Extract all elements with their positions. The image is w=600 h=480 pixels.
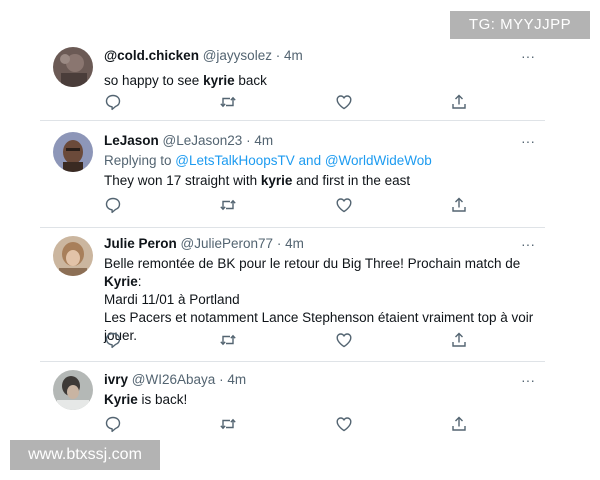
text-highlight: Kyrie (104, 274, 138, 289)
retweet-icon[interactable] (219, 93, 237, 111)
retweet-icon[interactable] (219, 196, 237, 214)
text-segment: is back! (137, 392, 188, 407)
text-segment: back (234, 73, 267, 88)
avatar[interactable] (53, 236, 93, 276)
tweet-actions (104, 331, 474, 349)
display-name[interactable]: Julie Peron (104, 236, 177, 251)
text-segment: Mardi 11/01 à Portland (104, 292, 240, 307)
tweet[interactable]: Julie Peron @JuliePeron77 · 4m Belle rem… (0, 227, 600, 361)
tweet-actions (104, 196, 474, 214)
like-icon[interactable] (335, 93, 353, 111)
tweet[interactable]: LeJason @LeJason23 · 4m Replying to @Let… (0, 120, 600, 227)
tweet-header: ivry @WI26Abaya · 4m (104, 371, 544, 389)
tweet-content: @cold.chicken @jayysolez · 4m so happy t… (104, 47, 544, 90)
tweet-header: Julie Peron @JuliePeron77 · 4m (104, 235, 544, 253)
display-name[interactable]: LeJason (104, 133, 159, 148)
replying-to-label: Replying to (104, 153, 176, 168)
text-highlight: kyrie (260, 173, 293, 188)
like-icon[interactable] (335, 196, 353, 214)
text-segment: They won 17 straight with (104, 173, 261, 188)
timestamp[interactable]: 4m (254, 133, 273, 148)
share-icon[interactable] (450, 196, 468, 214)
display-name[interactable]: @cold.chicken (104, 48, 199, 63)
timestamp[interactable]: 4m (284, 48, 303, 63)
timestamp[interactable]: 4m (285, 236, 304, 251)
tweet-header: @cold.chicken @jayysolez · 4m (104, 47, 544, 65)
share-icon[interactable] (450, 93, 468, 111)
handle[interactable]: @LeJason23 (163, 133, 243, 148)
reply-targets-link[interactable]: @LetsTalkHoopsTV and @WorldWideWob (175, 153, 432, 168)
watermark-tg: TG: MYYJJPP (450, 11, 590, 39)
replying-to: Replying to @LetsTalkHoopsTV and @WorldW… (104, 152, 544, 170)
avatar[interactable] (53, 370, 93, 410)
handle[interactable]: @JuliePeron77 (181, 236, 274, 251)
tweet-content: Julie Peron @JuliePeron77 · 4m Belle rem… (104, 235, 544, 345)
separator: · (276, 236, 282, 251)
reply-icon[interactable] (104, 93, 122, 111)
avatar[interactable] (53, 47, 93, 87)
separator: · (275, 48, 281, 63)
tweet-actions (104, 415, 474, 433)
text-segment: : (137, 274, 142, 289)
display-name[interactable]: ivry (104, 372, 128, 387)
more-options-icon[interactable]: ··· (521, 134, 535, 148)
text-segment: so happy to see (104, 73, 204, 88)
tweet-text: so happy to see kyrie back (104, 72, 544, 90)
more-options-icon[interactable]: ··· (521, 49, 535, 63)
handle[interactable]: @jayysolez (203, 48, 272, 63)
tweet-content: LeJason @LeJason23 · 4m Replying to @Let… (104, 132, 544, 190)
watermark-url: www.btxssj.com (10, 440, 160, 470)
retweet-icon[interactable] (219, 415, 237, 433)
more-options-icon[interactable]: ··· (521, 237, 535, 251)
tweet-content: ivry @WI26Abaya · 4m Kyrie is back! (104, 371, 544, 409)
share-icon[interactable] (450, 331, 468, 349)
timestamp[interactable]: 4m (227, 372, 246, 387)
text-highlight: kyrie (203, 73, 235, 88)
tweet-actions (104, 93, 474, 111)
like-icon[interactable] (335, 415, 353, 433)
retweet-icon[interactable] (219, 331, 237, 349)
text-segment: Belle remontée de BK pour le retour du B… (104, 256, 521, 271)
separator: · (246, 133, 251, 148)
tweet-header: LeJason @LeJason23 · 4m (104, 132, 544, 150)
text-highlight: Kyrie (104, 392, 138, 407)
reply-icon[interactable] (104, 415, 122, 433)
handle[interactable]: @WI26Abaya (132, 372, 216, 387)
like-icon[interactable] (335, 331, 353, 349)
share-icon[interactable] (450, 415, 468, 433)
tweet-text: They won 17 straight with kyrie and firs… (104, 172, 544, 190)
avatar[interactable] (53, 132, 93, 172)
tweet-text: Kyrie is back! (104, 391, 544, 409)
separator: · (219, 372, 224, 387)
more-options-icon[interactable]: ··· (521, 373, 535, 387)
reply-icon[interactable] (104, 196, 122, 214)
text-segment: and first in the east (292, 173, 411, 188)
reply-icon[interactable] (104, 331, 122, 349)
